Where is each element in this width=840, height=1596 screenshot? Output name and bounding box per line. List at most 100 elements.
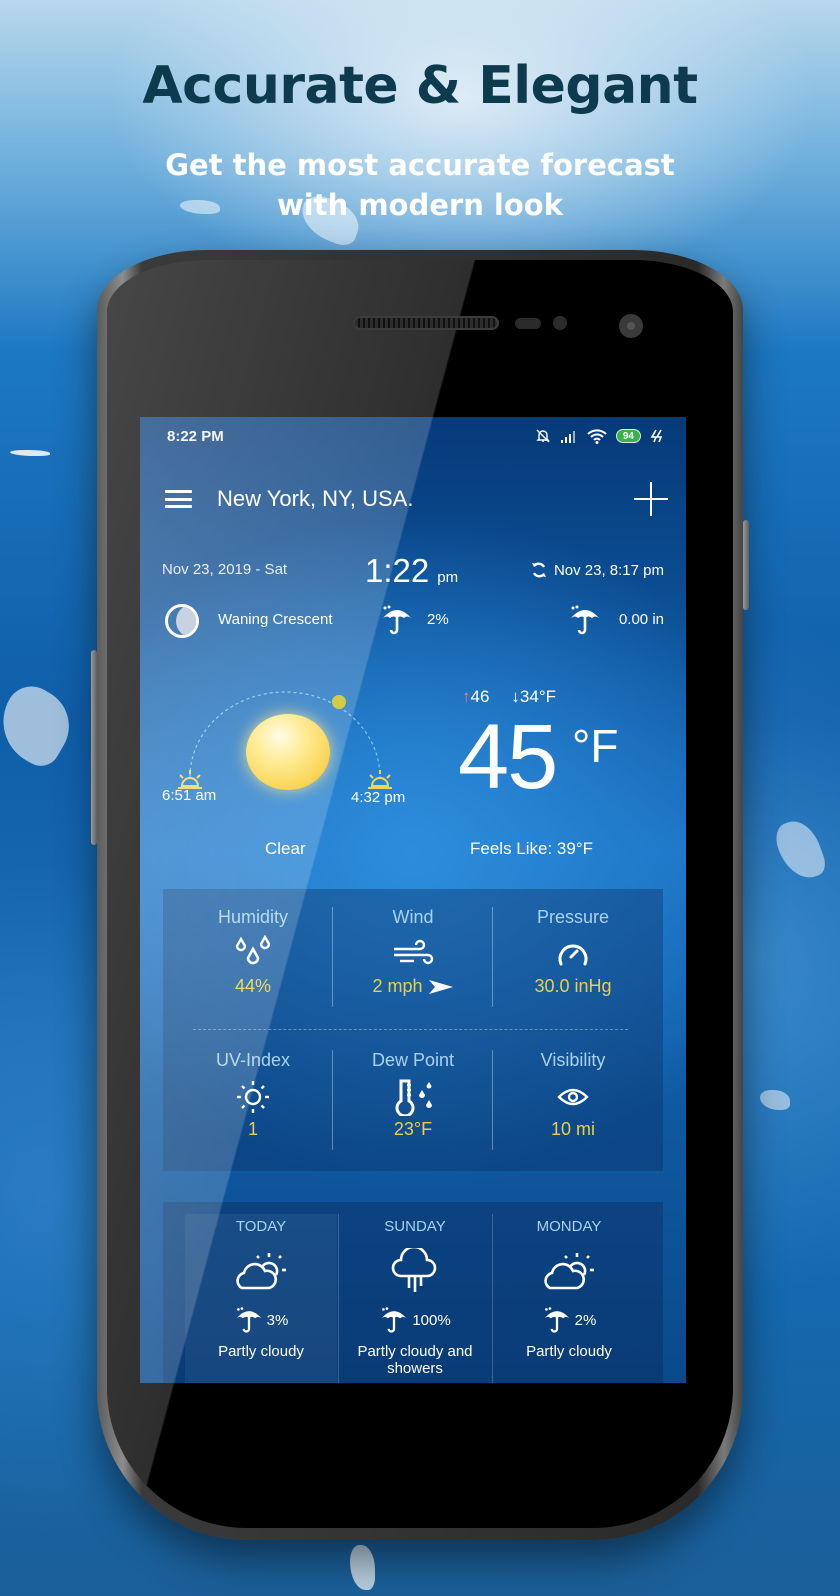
battery-icon: 94 — [615, 429, 641, 443]
detail-label: UV-Index — [215, 1050, 291, 1070]
wifi-icon — [587, 428, 607, 444]
last-updated-text: Nov 23, 8:17 pm — [553, 561, 664, 579]
forecast-precip-value: 2% — [574, 1311, 597, 1329]
detail-value: 23°F — [393, 1119, 433, 1139]
forecast-precip: 100% — [339, 1305, 491, 1335]
phone-side-button-left — [91, 650, 97, 845]
promo-subline: Get the most accurate forecast with mode… — [0, 145, 840, 225]
high-temp: ↑46 — [462, 687, 489, 707]
forecast-day-label: SUNDAY — [384, 1218, 446, 1235]
location-title[interactable]: New York, NY, USA. — [217, 486, 634, 512]
local-time-ampm: pm — [437, 569, 459, 586]
high-low-temps: ↑46 ↓34°F — [462, 687, 556, 707]
arrow-down-icon: ↓ — [511, 687, 520, 706]
thermometer-drops-icon — [395, 1079, 432, 1116]
phone-screen: 8:22 PM 94 New York, NY, USA. Nov 23, 20… — [140, 417, 686, 1383]
precip-amount: 0.00 in — [618, 611, 664, 628]
forecast-day[interactable]: TODAY 3% Partly cloudy — [185, 1214, 337, 1383]
sunset-time: 4:32 pm — [351, 789, 406, 806]
detail-value: 30.0 inHg — [534, 976, 612, 996]
forecast-precip-value: 3% — [266, 1311, 289, 1329]
eye-icon — [557, 1088, 589, 1106]
sunrise-icon — [178, 770, 202, 789]
phone-side-button-right — [743, 520, 749, 610]
detail-label: Visibility — [540, 1050, 606, 1070]
low-temp: ↓34°F — [511, 687, 556, 707]
wind-direction-arrow-icon — [428, 980, 453, 995]
detail-label: Humidity — [217, 907, 288, 927]
phone-sensor — [553, 316, 567, 330]
forecast-day-label: TODAY — [235, 1218, 287, 1235]
temperature-unit: °F — [572, 720, 619, 772]
forecast-day-label: MONDAY — [536, 1218, 602, 1235]
umbrella-icon — [571, 605, 599, 635]
charging-icon — [650, 429, 663, 443]
forecast-day[interactable]: MONDAY 2% Partly cloudy — [493, 1214, 645, 1383]
date-time-row: Nov 23, 2019 - Sat 1:22 pm Nov 23, 8:17 p… — [140, 552, 686, 589]
high-temp-value: 46 — [470, 687, 490, 706]
forecast-description: Partly cloudy — [526, 1343, 612, 1360]
bell-muted-icon — [536, 429, 550, 443]
phone-frame: 8:22 PM 94 New York, NY, USA. Nov 23, 20… — [91, 250, 749, 1540]
wind-icon — [394, 939, 434, 965]
phone-bezel: 8:22 PM 94 New York, NY, USA. Nov 23, 20… — [107, 260, 733, 1528]
arrow-up-icon: ↑ — [462, 687, 471, 706]
promo-headline: Accurate & Elegant — [142, 56, 698, 116]
rain-cloud-icon — [391, 1248, 437, 1292]
local-time: 1:22 pm — [365, 552, 458, 590]
last-updated[interactable]: Nov 23, 8:17 pm — [530, 561, 664, 579]
detail-wind: Wind 2 mph — [333, 907, 493, 997]
detail-humidity: Humidity 44% — [173, 907, 333, 997]
detail-value: 2 mph — [333, 976, 493, 997]
moon-phase-icon — [165, 604, 199, 638]
detail-uv-index: UV-Index 1 — [173, 1050, 333, 1140]
phone-speaker — [353, 316, 499, 330]
status-icons: 94 — [535, 428, 664, 444]
partly-cloudy-icon — [236, 1253, 286, 1290]
status-time: 8:22 PM — [167, 427, 224, 445]
promo-subline-line-1: Get the most accurate forecast — [165, 148, 675, 182]
detail-value: 10 mi — [550, 1119, 595, 1139]
umbrella-icon — [381, 1307, 407, 1333]
forecast-precip: 2% — [493, 1305, 645, 1335]
forecast-description: Partly cloudy and showers — [357, 1343, 473, 1377]
droplets-icon — [235, 935, 271, 965]
sun-position-dot — [332, 695, 346, 709]
add-location-button[interactable] — [634, 482, 668, 516]
app-bar: New York, NY, USA. — [140, 479, 686, 519]
umbrella-icon — [383, 605, 411, 635]
detail-value: 1 — [247, 1119, 258, 1139]
background-snow — [0, 677, 83, 773]
background-snow — [760, 1090, 790, 1110]
sunrise-time: 6:51 am — [162, 787, 217, 804]
umbrella-icon — [544, 1307, 570, 1333]
moon-precip-row: Waning Crescent 2% 0.00 in — [140, 602, 686, 638]
clear-sun-icon — [246, 714, 330, 790]
forecast-precip-value: 100% — [412, 1311, 451, 1329]
background-snow — [770, 814, 830, 886]
sunset-icon — [368, 770, 392, 789]
partly-cloudy-icon — [544, 1253, 594, 1290]
hamburger-icon[interactable] — [165, 490, 192, 508]
moon-phase-label: Waning Crescent — [218, 611, 333, 628]
local-time-value: 1:22 — [365, 552, 430, 589]
forecast-description: Partly cloudy — [218, 1343, 304, 1360]
low-temp-value: 34°F — [519, 687, 557, 706]
promo-subline-line-2: with modern look — [276, 188, 564, 222]
refresh-icon[interactable] — [530, 561, 548, 579]
weather-condition: Clear — [265, 839, 306, 858]
gauge-icon — [558, 944, 588, 966]
forecast-day[interactable]: SUNDAY 100% Partly cloudy and showers — [339, 1214, 491, 1383]
forecast-precip: 3% — [185, 1305, 337, 1335]
detail-label: Pressure — [536, 907, 610, 927]
detail-pressure: Pressure 30.0 inHg — [493, 907, 653, 997]
background-snow — [10, 450, 50, 456]
divider — [193, 1029, 628, 1030]
umbrella-icon — [236, 1307, 262, 1333]
wind-speed: 2 mph — [372, 976, 423, 996]
current-date: Nov 23, 2019 - Sat — [162, 561, 288, 578]
current-temperature: 45 — [458, 706, 558, 808]
daily-forecast-panel: TODAY 3% Partly cloudy SUNDAY 100% Partl… — [163, 1202, 663, 1383]
detail-label: Wind — [392, 907, 434, 927]
feels-like: Feels Like: 39°F — [470, 839, 594, 858]
